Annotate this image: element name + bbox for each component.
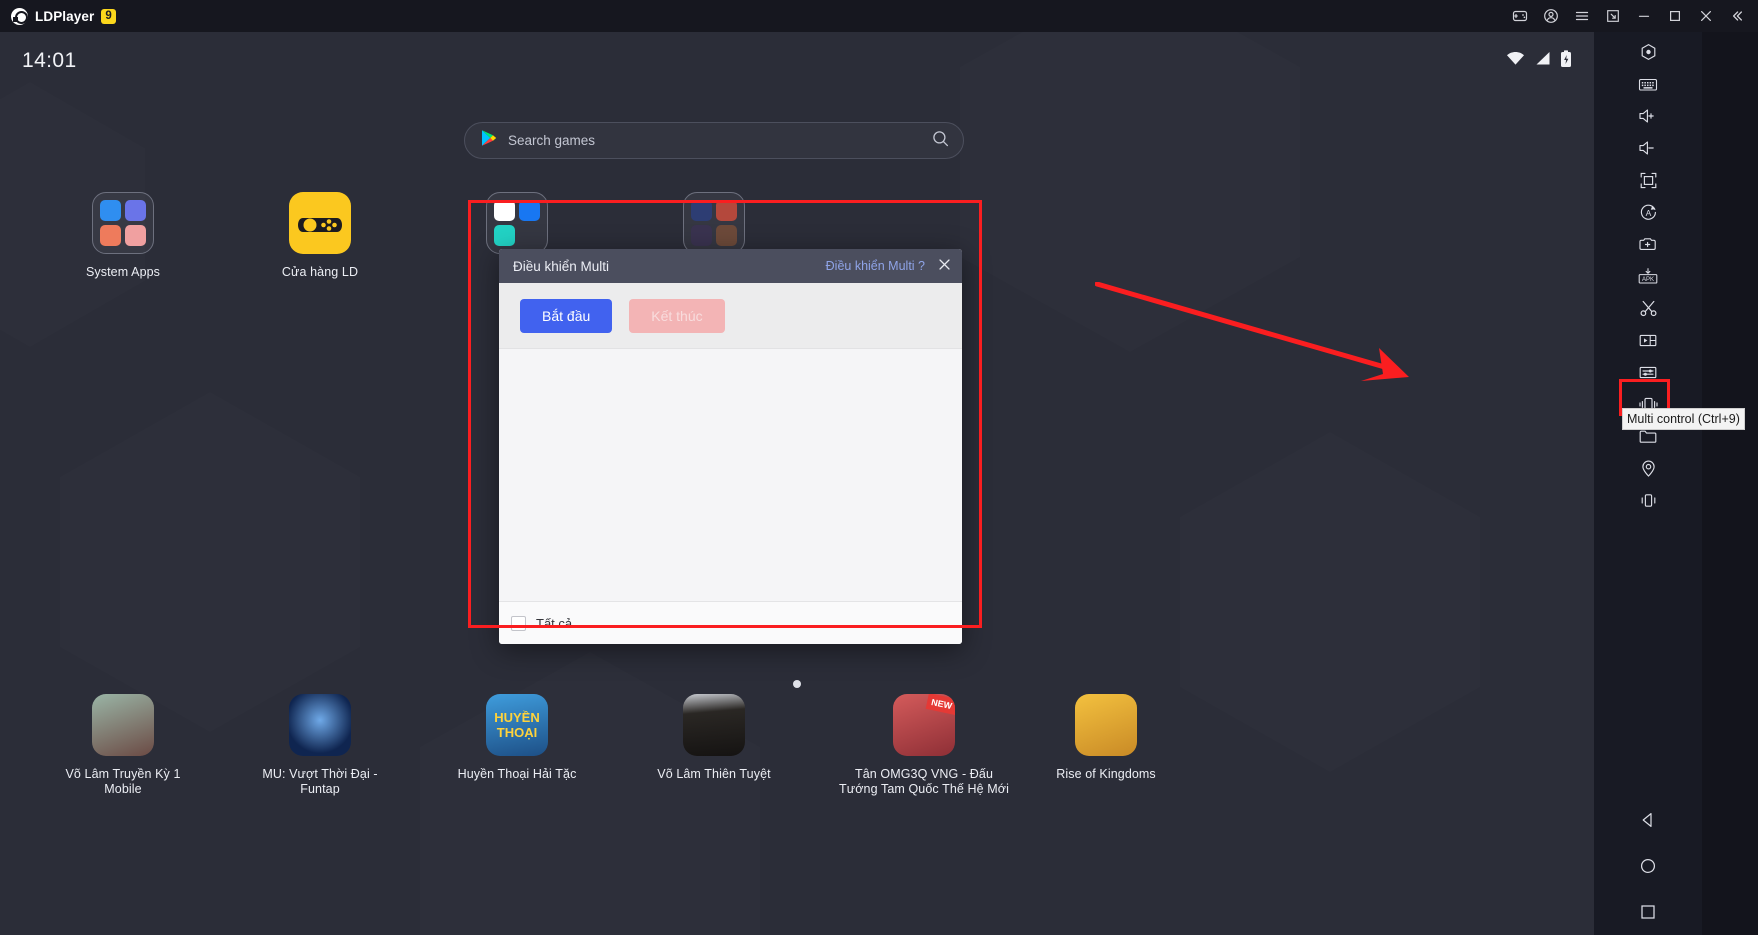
android-screen: 14:01 Search games System Apps Cửa hàng … [0,32,1594,935]
dialog-instance-list[interactable] [499,349,962,601]
sidebar-item-volume-up-icon[interactable] [1626,100,1670,132]
sidebar-item-multi-control-icon[interactable] [1626,356,1670,388]
browsers-folder-icon [486,192,548,254]
app-label: Tân OMG3Q VNG - Đấu Tướng Tam Quốc Thế H… [839,767,1009,796]
title-bar-actions [1504,0,1758,32]
app-label: MU: Vượt Thời Đại - Funtap [262,767,378,796]
menu-icon[interactable] [1566,0,1597,32]
app-icon-rise-of-kingdoms[interactable]: Rise of Kingdoms [1036,694,1176,782]
resize-icon[interactable] [1597,0,1628,32]
account-icon[interactable] [1535,0,1566,32]
play-store-icon [481,129,497,152]
app-label: Võ Lâm Thiên Tuyệt [657,767,771,781]
game-icon: HUYỀN THOẠI [486,694,548,756]
app-icon-tan-omg3q[interactable]: NEW Tân OMG3Q VNG - Đấu Tướng Tam Quốc T… [838,694,1010,797]
dialog-help-link[interactable]: Điều khiển Multi ? [826,259,925,273]
sidebar-item-location-pin-icon[interactable] [1626,452,1670,484]
sidebar-item-auto-rotate-icon[interactable]: A [1626,196,1670,228]
collapse-icon[interactable] [1721,0,1752,32]
nav-back-icon[interactable] [1626,797,1670,843]
app-icon-system-apps[interactable]: System Apps [53,192,193,280]
page-dot[interactable] [793,680,801,688]
system-apps-folder-icon [92,192,154,254]
search-input-placeholder[interactable]: Search games [508,133,595,148]
dialog-header: Điều khiển Multi Điều khiển Multi ? [499,249,962,283]
bg-decoration [1180,432,1480,772]
dialog-footer: Tất cả [499,601,962,644]
app-label: Cửa hàng LD [281,265,359,279]
select-all-checkbox[interactable] [511,615,526,631]
app-label: Huyền Thoại Hải Tặc [457,767,577,781]
search-icon[interactable] [932,130,949,152]
app-icon-folder-browsers[interactable] [447,192,587,254]
sidebar-item-apk-install-icon[interactable]: APK [1626,260,1670,292]
sidebar-item-location-hex-icon[interactable] [1626,36,1670,68]
start-button[interactable]: Bắt đầu [520,298,613,333]
page-indicator [0,680,1594,688]
games-folder-icon [683,192,745,254]
svg-text:APK: APK [1642,277,1654,283]
close-icon[interactable] [937,257,952,275]
svg-text:A: A [1645,208,1651,218]
svg-text:THOẠI: THOẠI [497,725,537,740]
title-bar: LDPlayer 9 [0,0,1758,32]
stop-button[interactable]: Kết thúc [629,298,725,333]
game-icon [289,694,351,756]
app-icon-vo-lam-truyen-ky[interactable]: Võ Lâm Truyền Kỳ 1 Mobile [53,694,193,797]
nav-recents-icon[interactable] [1626,889,1670,935]
battery-charging-icon [1560,49,1572,73]
ldplayer-window: LDPlayer 9 14:01 Search games System App… [0,0,1758,935]
app-label: Rise of Kingdoms [1056,767,1156,781]
select-all-label: Tất cả [536,615,573,631]
app-label: System Apps [85,265,161,279]
game-icon: NEW [893,694,955,756]
app-label: Võ Lâm Truyền Kỳ 1 Mobile [65,767,181,796]
app-icon-huyen-thoai-hai-tac[interactable]: HUYỀN THOẠI Huyền Thoại Hải Tặc [447,694,587,782]
app-brand: LDPlayer 9 [0,7,116,25]
game-icon [1075,694,1137,756]
minimize-icon[interactable] [1628,0,1659,32]
gamepad-icon[interactable] [1504,0,1535,32]
app-icon-vo-lam-thien-tuyet[interactable]: Võ Lâm Thiên Tuyệt [644,694,784,782]
signal-icon [1534,51,1551,71]
app-title: LDPlayer [35,8,95,24]
game-icon [92,694,154,756]
app-icon-mu-vuot-thoi-dai[interactable]: MU: Vượt Thời Đại - Funtap [250,694,390,797]
maximize-icon[interactable] [1659,0,1690,32]
tool-sidebar: A APK [1594,32,1702,935]
app-icon-ld-store[interactable]: Cửa hàng LD [250,192,390,280]
android-status-bar: 14:01 [0,32,1594,90]
status-clock: 14:01 [22,49,77,72]
sidebar-item-scissors-icon[interactable] [1626,292,1670,324]
status-icons [1506,49,1572,73]
game-icon [683,694,745,756]
sidebar-item-add-window-icon[interactable] [1626,228,1670,260]
ldplayer-logo-icon [11,7,28,25]
nav-home-icon[interactable] [1626,843,1670,889]
wifi-icon [1506,51,1525,71]
sidebar-item-keyboard-icon[interactable] [1626,68,1670,100]
sidebar-item-video-record-icon[interactable] [1626,324,1670,356]
sidebar-item-volume-down-icon[interactable] [1626,132,1670,164]
ld-store-icon [289,192,351,254]
close-icon[interactable] [1690,0,1721,32]
sidebar-tooltip: Multi control (Ctrl+9) [1622,408,1745,430]
search-games-bar[interactable]: Search games [464,122,964,159]
multi-control-dialog: Điều khiển Multi Điều khiển Multi ? Bắt … [499,249,962,644]
dialog-title: Điều khiển Multi [513,258,610,274]
sidebar-item-fullscreen-icon[interactable] [1626,164,1670,196]
version-badge: 9 [101,8,116,24]
sidebar-item-vibrate-icon[interactable] [1626,484,1670,516]
app-icon-folder-games[interactable] [644,192,784,254]
svg-text:HUYỀN: HUYỀN [494,710,540,725]
dialog-toolbar: Bắt đầu Kết thúc [499,283,962,349]
